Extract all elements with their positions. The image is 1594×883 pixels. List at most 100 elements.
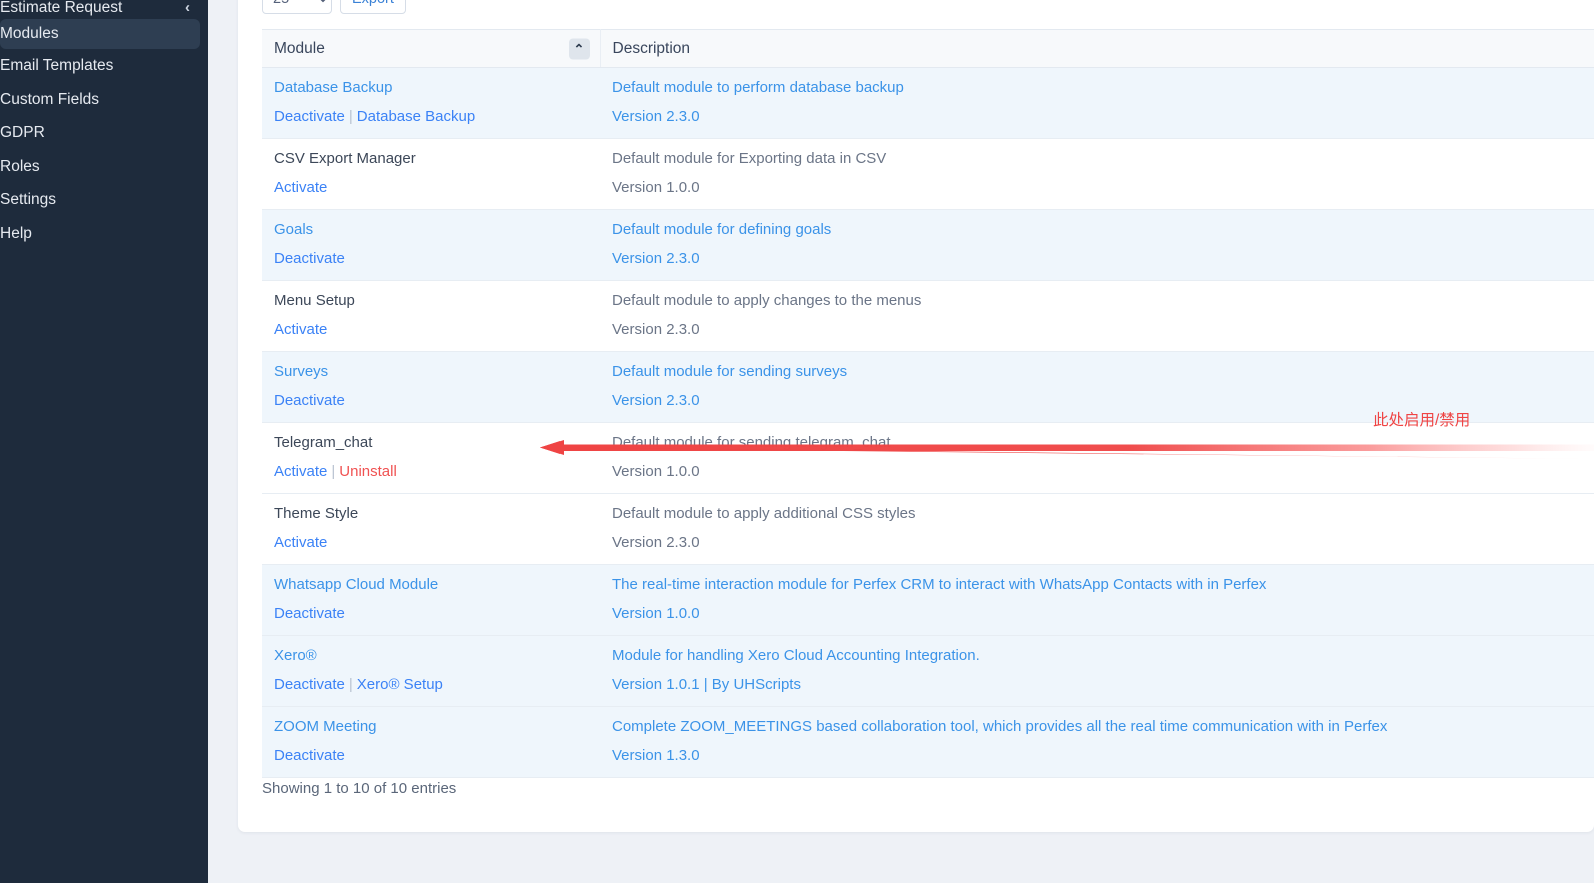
sidebar-item-label: Estimate Request [0, 0, 123, 16]
cell-module: Database Backup Deactivate | Database Backu… [262, 67, 600, 139]
cell-description: Default module to apply changes to the m… [600, 280, 1594, 352]
cell-description: Default module for Exporting data in CSV… [600, 138, 1594, 210]
module-description: Module for handling Xero Cloud Accountin… [612, 647, 980, 664]
module-actions: Deactivate [274, 392, 588, 410]
sidebar-item-label: Email Templates [0, 57, 114, 75]
module-actions: Activate [274, 321, 588, 339]
chevron-up-icon[interactable]: ⌃ [568, 38, 590, 59]
module-name: Theme Style [274, 505, 359, 522]
action-deactivate-link[interactable]: Deactivate [274, 392, 345, 409]
cell-module: Goals Deactivate [262, 209, 600, 281]
module-name[interactable]: Database Backup [274, 79, 588, 97]
module-name: CSV Export Manager [274, 150, 416, 167]
action-activate-link[interactable]: Activate [274, 321, 327, 338]
module-version: Version 1.0.0 [612, 179, 700, 196]
module-description: Default module for sending telegram_chat [612, 434, 891, 451]
module-name[interactable]: Xero® [274, 647, 588, 665]
cell-description: Module for handling Xero Cloud Accountin… [600, 635, 1594, 707]
sidebar-item-gdpr[interactable]: GDPR [0, 116, 208, 150]
module-description: Default module for Exporting data in CSV [612, 150, 887, 167]
export-button[interactable]: Export [340, 0, 406, 14]
action-separator: | [348, 108, 353, 125]
table-row: ZOOM Meeting Deactivate Complete ZOOM_MEET… [262, 706, 1594, 778]
cell-description: Default module for sending telegram_chat… [600, 422, 1594, 494]
sidebar-item-label: Modules [0, 25, 59, 43]
action-uninstall-link[interactable]: Uninstall [339, 463, 397, 480]
module-version: Version 2.3.0 [612, 250, 700, 267]
module-description: Default module to apply additional CSS s… [612, 505, 916, 522]
module-actions: Activate [274, 534, 588, 552]
sidebar-item-label: Settings [0, 191, 57, 209]
module-name: Telegram_chat [274, 434, 373, 451]
module-actions: Deactivate | Database Backup [274, 108, 588, 126]
action-deactivate-link[interactable]: Deactivate [274, 605, 345, 622]
module-actions: Deactivate [274, 605, 588, 623]
sidebar-item-label: Custom Fields [0, 90, 100, 108]
module-actions: Activate [274, 179, 588, 197]
cell-description: The real-time interaction module for Per… [600, 564, 1594, 636]
sidebar-item-estimate-request[interactable]: Estimate Request ‹ [0, 0, 208, 16]
table-row: Telegram_chat Activate | Uninstall Default m… [262, 422, 1594, 494]
cell-module: Xero® Deactivate | Xero® Setup [262, 635, 600, 707]
column-header-label: Description [612, 39, 691, 57]
table-row: Xero® Deactivate | Xero® Setup Module for ha… [262, 635, 1594, 707]
action-separator: | [348, 676, 353, 693]
cell-description: Complete ZOOM_MEETINGS based collaborati… [600, 706, 1594, 778]
sidebar-item-label: GDPR [0, 124, 45, 142]
column-header-description[interactable]: Description [600, 29, 1594, 68]
module-version: Version 2.3.0 [612, 108, 700, 125]
action-deactivate-link[interactable]: Deactivate [274, 108, 345, 125]
cell-module: Telegram_chat Activate | Uninstall [262, 422, 600, 494]
cell-module: Theme Style Activate [262, 493, 600, 565]
action-deactivate-link[interactable]: Deactivate [274, 676, 345, 693]
action-activate-link[interactable]: Activate [274, 534, 327, 551]
cell-module: ZOOM Meeting Deactivate [262, 706, 600, 778]
module-name[interactable]: ZOOM Meeting [274, 718, 588, 736]
table-row: Whatsapp Cloud Module Deactivate The real-… [262, 564, 1594, 636]
sidebar-item-modules[interactable]: Modules [0, 19, 200, 49]
module-version: Version 1.3.0 [612, 747, 700, 764]
module-actions: Deactivate [274, 747, 588, 765]
action-database-backup-link[interactable]: Database Backup [357, 108, 475, 125]
module-name[interactable]: Surveys [274, 363, 588, 381]
action-xero-setup-link[interactable]: Xero® Setup [357, 676, 443, 693]
action-activate-link[interactable]: Activate [274, 179, 327, 196]
sidebar-item-label: Help [0, 224, 32, 242]
action-separator: | [331, 463, 336, 480]
sidebar-item-settings[interactable]: Settings [0, 183, 208, 217]
module-description: Complete ZOOM_MEETINGS based collaborati… [612, 718, 1388, 735]
cell-description: Default module for defining goals Version… [600, 209, 1594, 281]
action-deactivate-link[interactable]: Deactivate [274, 250, 345, 267]
chevron-left-icon[interactable]: ‹ [185, 0, 190, 16]
action-activate-link[interactable]: Activate [274, 463, 327, 480]
module-actions: Deactivate [274, 250, 588, 268]
module-version: Version 1.0.0 [612, 605, 700, 622]
column-header-label: Module [274, 39, 325, 57]
cell-description: Default module to apply additional CSS s… [600, 493, 1594, 565]
sidebar-item-roles[interactable]: Roles [0, 150, 208, 184]
sidebar-item-help[interactable]: Help [0, 217, 208, 251]
module-version: Version 1.0.0 [612, 463, 700, 480]
module-name[interactable]: Whatsapp Cloud Module [274, 576, 588, 594]
table-row: Menu Setup Activate Default module to appl… [262, 280, 1594, 352]
table-header-row: Module ⌃ Description [262, 29, 1594, 68]
table-row: Goals Deactivate Default module for defini… [262, 209, 1594, 281]
cell-module: CSV Export Manager Activate [262, 138, 600, 210]
module-name[interactable]: Goals [274, 221, 588, 239]
main-content: 25 Export Module ⌃ Description [208, 0, 1594, 883]
module-description: Default module to apply changes to the m… [612, 292, 922, 309]
module-description: Default module to perform database backu… [612, 79, 904, 96]
page-length-select[interactable]: 25 [262, 0, 332, 14]
column-header-module[interactable]: Module ⌃ [262, 29, 601, 68]
sidebar-item-label: Roles [0, 157, 40, 175]
module-version: Version 1.0.1 | By UHScripts [612, 676, 801, 693]
action-deactivate-link[interactable]: Deactivate [274, 747, 345, 764]
sidebar-item-custom-fields[interactable]: Custom Fields [0, 83, 208, 117]
cell-module: Whatsapp Cloud Module Deactivate [262, 564, 600, 636]
cell-description: Default module to perform database backu… [600, 67, 1594, 139]
module-description: Default module for defining goals [612, 221, 832, 238]
cell-module: Menu Setup Activate [262, 280, 600, 352]
module-actions: Activate | Uninstall [274, 463, 588, 481]
sidebar-item-email-templates[interactable]: Email Templates [0, 49, 208, 83]
module-version: Version 2.3.0 [612, 534, 700, 551]
